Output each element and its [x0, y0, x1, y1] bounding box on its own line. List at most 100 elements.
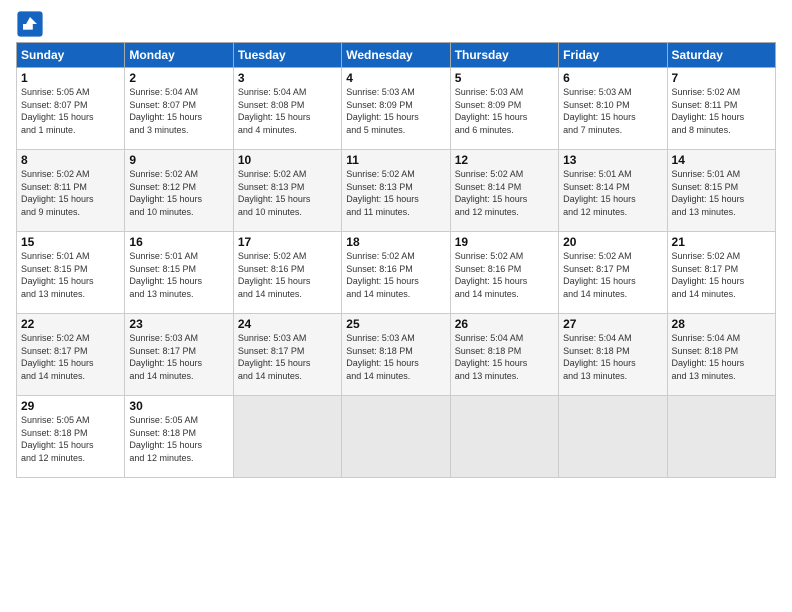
day-info: Sunrise: 5:02 AM Sunset: 8:13 PM Dayligh… [346, 168, 445, 218]
calendar-cell: 30Sunrise: 5:05 AM Sunset: 8:18 PM Dayli… [125, 396, 233, 478]
day-number: 12 [455, 153, 554, 167]
calendar-cell: 7Sunrise: 5:02 AM Sunset: 8:11 PM Daylig… [667, 68, 775, 150]
day-number: 18 [346, 235, 445, 249]
calendar-cell: 19Sunrise: 5:02 AM Sunset: 8:16 PM Dayli… [450, 232, 558, 314]
calendar-cell: 27Sunrise: 5:04 AM Sunset: 8:18 PM Dayli… [559, 314, 667, 396]
day-info: Sunrise: 5:04 AM Sunset: 8:18 PM Dayligh… [563, 332, 662, 382]
calendar-cell: 28Sunrise: 5:04 AM Sunset: 8:18 PM Dayli… [667, 314, 775, 396]
header [16, 10, 776, 38]
day-number: 13 [563, 153, 662, 167]
calendar-header-monday: Monday [125, 43, 233, 68]
calendar-body: 1Sunrise: 5:05 AM Sunset: 8:07 PM Daylig… [17, 68, 776, 478]
day-info: Sunrise: 5:01 AM Sunset: 8:14 PM Dayligh… [563, 168, 662, 218]
calendar-cell: 18Sunrise: 5:02 AM Sunset: 8:16 PM Dayli… [342, 232, 450, 314]
day-number: 10 [238, 153, 337, 167]
day-info: Sunrise: 5:01 AM Sunset: 8:15 PM Dayligh… [672, 168, 771, 218]
day-number: 5 [455, 71, 554, 85]
calendar-cell: 6Sunrise: 5:03 AM Sunset: 8:10 PM Daylig… [559, 68, 667, 150]
day-info: Sunrise: 5:03 AM Sunset: 8:17 PM Dayligh… [238, 332, 337, 382]
day-number: 19 [455, 235, 554, 249]
day-number: 7 [672, 71, 771, 85]
calendar-week-5: 29 Sunrise: 5:05 AM Sunset: 8:18 PM Dayli… [17, 396, 776, 478]
calendar-cell: 21Sunrise: 5:02 AM Sunset: 8:17 PM Dayli… [667, 232, 775, 314]
day-number: 20 [563, 235, 662, 249]
calendar-cell [450, 396, 558, 478]
day-info: Sunrise: 5:02 AM Sunset: 8:11 PM Dayligh… [21, 168, 120, 218]
calendar-cell: 14Sunrise: 5:01 AM Sunset: 8:15 PM Dayli… [667, 150, 775, 232]
day-info: Sunrise: 5:02 AM Sunset: 8:17 PM Dayligh… [672, 250, 771, 300]
calendar-cell: 5Sunrise: 5:03 AM Sunset: 8:09 PM Daylig… [450, 68, 558, 150]
day-number: 27 [563, 317, 662, 331]
day-number: 9 [129, 153, 228, 167]
calendar-cell: 11Sunrise: 5:02 AM Sunset: 8:13 PM Dayli… [342, 150, 450, 232]
day-info: Sunrise: 5:04 AM Sunset: 8:18 PM Dayligh… [455, 332, 554, 382]
day-number: 6 [563, 71, 662, 85]
day-number: 30 [129, 399, 228, 413]
day-info: Sunrise: 5:03 AM Sunset: 8:09 PM Dayligh… [455, 86, 554, 136]
day-number: 26 [455, 317, 554, 331]
calendar-cell: 1Sunrise: 5:05 AM Sunset: 8:07 PM Daylig… [17, 68, 125, 150]
logo-icon [16, 10, 44, 38]
calendar-cell: 29Sunrise: 5:05 AM Sunset: 8:18 PM Dayli… [17, 396, 125, 478]
calendar-week-3: 15 Sunrise: 5:01 AM Sunset: 8:15 PM Dayli… [17, 232, 776, 314]
day-info: Sunrise: 5:05 AM Sunset: 8:18 PM Dayligh… [129, 414, 228, 464]
calendar-cell: 26Sunrise: 5:04 AM Sunset: 8:18 PM Dayli… [450, 314, 558, 396]
calendar-cell: 20Sunrise: 5:02 AM Sunset: 8:17 PM Dayli… [559, 232, 667, 314]
calendar-cell: 17Sunrise: 5:02 AM Sunset: 8:16 PM Dayli… [233, 232, 341, 314]
calendar-cell: 24Sunrise: 5:03 AM Sunset: 8:17 PM Dayli… [233, 314, 341, 396]
calendar-header-thursday: Thursday [450, 43, 558, 68]
day-info: Sunrise: 5:04 AM Sunset: 8:08 PM Dayligh… [238, 86, 337, 136]
calendar-cell: 23Sunrise: 5:03 AM Sunset: 8:17 PM Dayli… [125, 314, 233, 396]
calendar: SundayMondayTuesdayWednesdayThursdayFrid… [16, 42, 776, 478]
day-number: 14 [672, 153, 771, 167]
day-info: Sunrise: 5:02 AM Sunset: 8:16 PM Dayligh… [346, 250, 445, 300]
day-number: 4 [346, 71, 445, 85]
calendar-cell [233, 396, 341, 478]
calendar-cell: 25Sunrise: 5:03 AM Sunset: 8:18 PM Dayli… [342, 314, 450, 396]
day-number: 8 [21, 153, 120, 167]
calendar-header-friday: Friday [559, 43, 667, 68]
calendar-cell: 2Sunrise: 5:04 AM Sunset: 8:07 PM Daylig… [125, 68, 233, 150]
day-info: Sunrise: 5:01 AM Sunset: 8:15 PM Dayligh… [129, 250, 228, 300]
calendar-week-4: 22Sunrise: 5:02 AM Sunset: 8:17 PM Dayli… [17, 314, 776, 396]
day-number: 17 [238, 235, 337, 249]
day-info: Sunrise: 5:02 AM Sunset: 8:17 PM Dayligh… [21, 332, 120, 382]
calendar-cell: 10Sunrise: 5:02 AM Sunset: 8:13 PM Dayli… [233, 150, 341, 232]
day-info: Sunrise: 5:03 AM Sunset: 8:17 PM Dayligh… [129, 332, 228, 382]
calendar-header-tuesday: Tuesday [233, 43, 341, 68]
day-number: 16 [129, 235, 228, 249]
day-info: Sunrise: 5:02 AM Sunset: 8:16 PM Dayligh… [238, 250, 337, 300]
day-number: 28 [672, 317, 771, 331]
calendar-cell: 22Sunrise: 5:02 AM Sunset: 8:17 PM Dayli… [17, 314, 125, 396]
logo [16, 10, 48, 38]
calendar-cell: 4Sunrise: 5:03 AM Sunset: 8:09 PM Daylig… [342, 68, 450, 150]
calendar-header-saturday: Saturday [667, 43, 775, 68]
calendar-cell: 8Sunrise: 5:02 AM Sunset: 8:11 PM Daylig… [17, 150, 125, 232]
day-number: 15 [21, 235, 120, 249]
day-info: Sunrise: 5:02 AM Sunset: 8:11 PM Dayligh… [672, 86, 771, 136]
calendar-cell [667, 396, 775, 478]
calendar-cell: 16Sunrise: 5:01 AM Sunset: 8:15 PM Dayli… [125, 232, 233, 314]
calendar-week-1: 1Sunrise: 5:05 AM Sunset: 8:07 PM Daylig… [17, 68, 776, 150]
day-info: Sunrise: 5:02 AM Sunset: 8:14 PM Dayligh… [455, 168, 554, 218]
day-number: 1 [21, 71, 120, 85]
day-info: Sunrise: 5:03 AM Sunset: 8:09 PM Dayligh… [346, 86, 445, 136]
calendar-cell: 13Sunrise: 5:01 AM Sunset: 8:14 PM Dayli… [559, 150, 667, 232]
calendar-cell [559, 396, 667, 478]
day-number: 29 [21, 399, 120, 413]
page: SundayMondayTuesdayWednesdayThursdayFrid… [0, 0, 792, 612]
day-number: 25 [346, 317, 445, 331]
day-number: 3 [238, 71, 337, 85]
day-number: 22 [21, 317, 120, 331]
calendar-cell: 12Sunrise: 5:02 AM Sunset: 8:14 PM Dayli… [450, 150, 558, 232]
calendar-header-sunday: Sunday [17, 43, 125, 68]
day-number: 23 [129, 317, 228, 331]
calendar-week-2: 8Sunrise: 5:02 AM Sunset: 8:11 PM Daylig… [17, 150, 776, 232]
day-info: Sunrise: 5:03 AM Sunset: 8:10 PM Dayligh… [563, 86, 662, 136]
day-info: Sunrise: 5:05 AM Sunset: 8:07 PM Dayligh… [21, 86, 120, 136]
day-info: Sunrise: 5:02 AM Sunset: 8:16 PM Dayligh… [455, 250, 554, 300]
day-number: 11 [346, 153, 445, 167]
day-number: 21 [672, 235, 771, 249]
calendar-header-row: SundayMondayTuesdayWednesdayThursdayFrid… [17, 43, 776, 68]
calendar-cell: 3Sunrise: 5:04 AM Sunset: 8:08 PM Daylig… [233, 68, 341, 150]
